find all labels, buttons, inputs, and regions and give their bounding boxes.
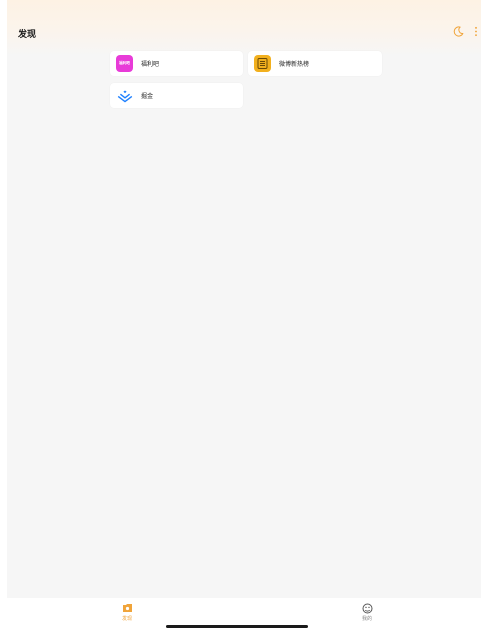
tab-label: 发现 <box>121 616 132 622</box>
dark-mode-toggle-icon[interactable] <box>451 24 465 38</box>
source-card-juejin[interactable]: 掘金 <box>110 83 243 108</box>
source-card-label: 福利吧 <box>141 61 160 68</box>
home-indicator <box>166 625 308 628</box>
tab-label: 我的 <box>361 616 372 622</box>
app-window: 发现 福利吧 福利吧 微博新热榜 掘金 发现 我的 <box>7 0 481 632</box>
tab-profile[interactable]: 我的 <box>337 600 397 628</box>
source-card-label: 掘金 <box>141 93 154 100</box>
more-menu-icon[interactable] <box>469 24 481 38</box>
source-card-weibo-hot[interactable]: 微博新热榜 <box>248 51 382 76</box>
fuliba-logo-icon: 福利吧 <box>116 55 133 72</box>
source-card-label: 微博新热榜 <box>279 61 310 68</box>
juejin-logo-icon <box>116 87 133 104</box>
fuliba-logo-text: 福利吧 <box>119 61 130 65</box>
source-card-fuliba[interactable]: 福利吧 福利吧 <box>110 51 243 76</box>
weibo-hot-list-icon <box>254 55 271 72</box>
discover-icon <box>121 602 133 614</box>
profile-icon <box>361 602 373 614</box>
page-title: 发现 <box>18 30 37 40</box>
top-bar: 发现 <box>7 0 481 56</box>
tab-discover[interactable]: 发现 <box>97 600 157 628</box>
